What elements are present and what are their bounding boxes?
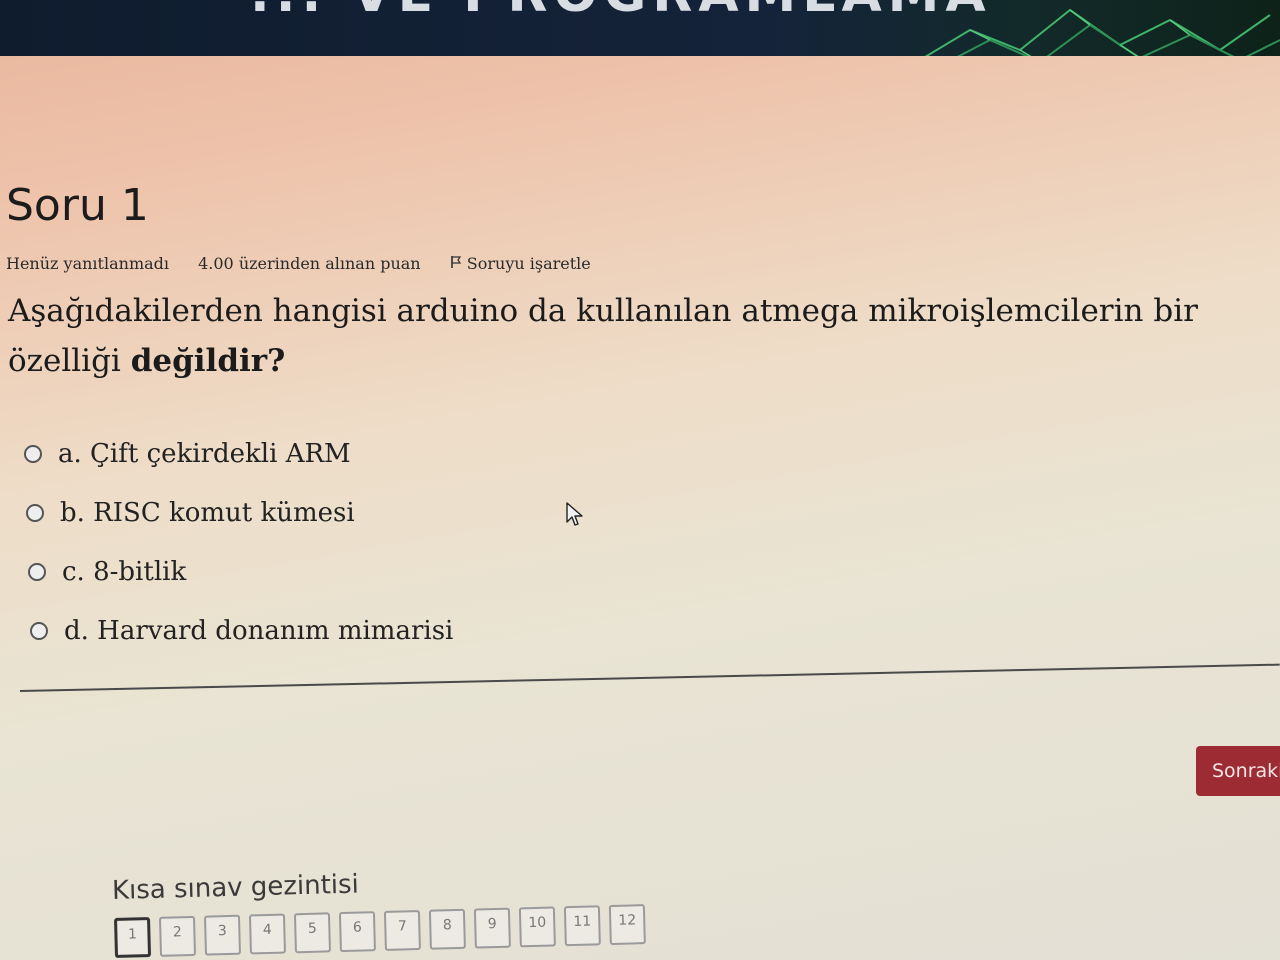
quiz-navigation-title: Kısa sınav gezintisi <box>111 869 360 906</box>
answer-option-d[interactable]: d. Harvard donanım mimarisi <box>30 611 453 651</box>
quiz-nav-page-8[interactable]: 8 <box>428 908 466 950</box>
radio-button[interactable] <box>26 504 44 522</box>
quiz-nav-page-11[interactable]: 11 <box>563 905 601 947</box>
quiz-nav-page-7[interactable]: 7 <box>383 909 421 951</box>
question-points: 4.00 üzerinden alınan puan <box>198 254 421 273</box>
top-banner: ... VE PROGRAMLAMA <box>0 0 1280 56</box>
answer-label: d. Harvard donanım mimarisi <box>64 616 454 646</box>
quiz-nav-page-9[interactable]: 9 <box>473 907 511 949</box>
flag-icon <box>450 256 461 268</box>
answer-option-a[interactable]: a. Çift çekirdekli ARM <box>24 434 453 474</box>
question-status: Henüz yanıtlanmadı <box>6 254 170 273</box>
answer-option-c[interactable]: c. 8-bitlik <box>28 552 453 592</box>
radio-button[interactable] <box>30 622 48 640</box>
mouse-pointer-icon <box>566 502 583 526</box>
radio-button[interactable] <box>28 563 46 581</box>
question-text-emphasis: değildir? <box>130 343 286 379</box>
next-page-button[interactable]: Sonraki <box>1196 746 1280 796</box>
answer-list: a. Çift çekirdekli ARM b. RISC komut küm… <box>24 434 453 670</box>
radio-button[interactable] <box>24 445 42 463</box>
quiz-nav-page-6[interactable]: 6 <box>338 911 376 953</box>
question-info: Henüz yanıtlanmadı 4.00 üzerinden alınan… <box>6 254 639 273</box>
question-title: Soru 1 <box>6 180 149 231</box>
answer-label: c. 8-bitlik <box>62 557 187 587</box>
quiz-nav-page-4[interactable]: 4 <box>248 913 286 955</box>
quiz-nav-page-1[interactable]: 1 <box>114 917 152 958</box>
quiz-nav-page-2[interactable]: 2 <box>158 915 197 957</box>
answer-label: b. RISC komut kümesi <box>60 498 355 528</box>
question-text: Aşağıdakilerden hangisi arduino da kulla… <box>8 286 1268 386</box>
answer-option-b[interactable]: b. RISC komut kümesi <box>26 493 453 533</box>
quiz-nav-page-12[interactable]: 12 <box>608 904 646 946</box>
flag-question-label: Soruyu işaretle <box>466 254 591 273</box>
quiz-nav-page-3[interactable]: 3 <box>203 914 242 956</box>
banner-network-graphic <box>924 8 1280 56</box>
flag-question-link[interactable]: Soruyu işaretle <box>450 254 615 273</box>
quiz-navigation: 1 2 3 4 5 6 7 8 9 10 11 12 <box>114 904 646 958</box>
quiz-nav-page-5[interactable]: 5 <box>293 912 331 954</box>
answer-label: a. Çift çekirdekli ARM <box>58 439 351 469</box>
quiz-nav-page-10[interactable]: 10 <box>518 906 556 948</box>
